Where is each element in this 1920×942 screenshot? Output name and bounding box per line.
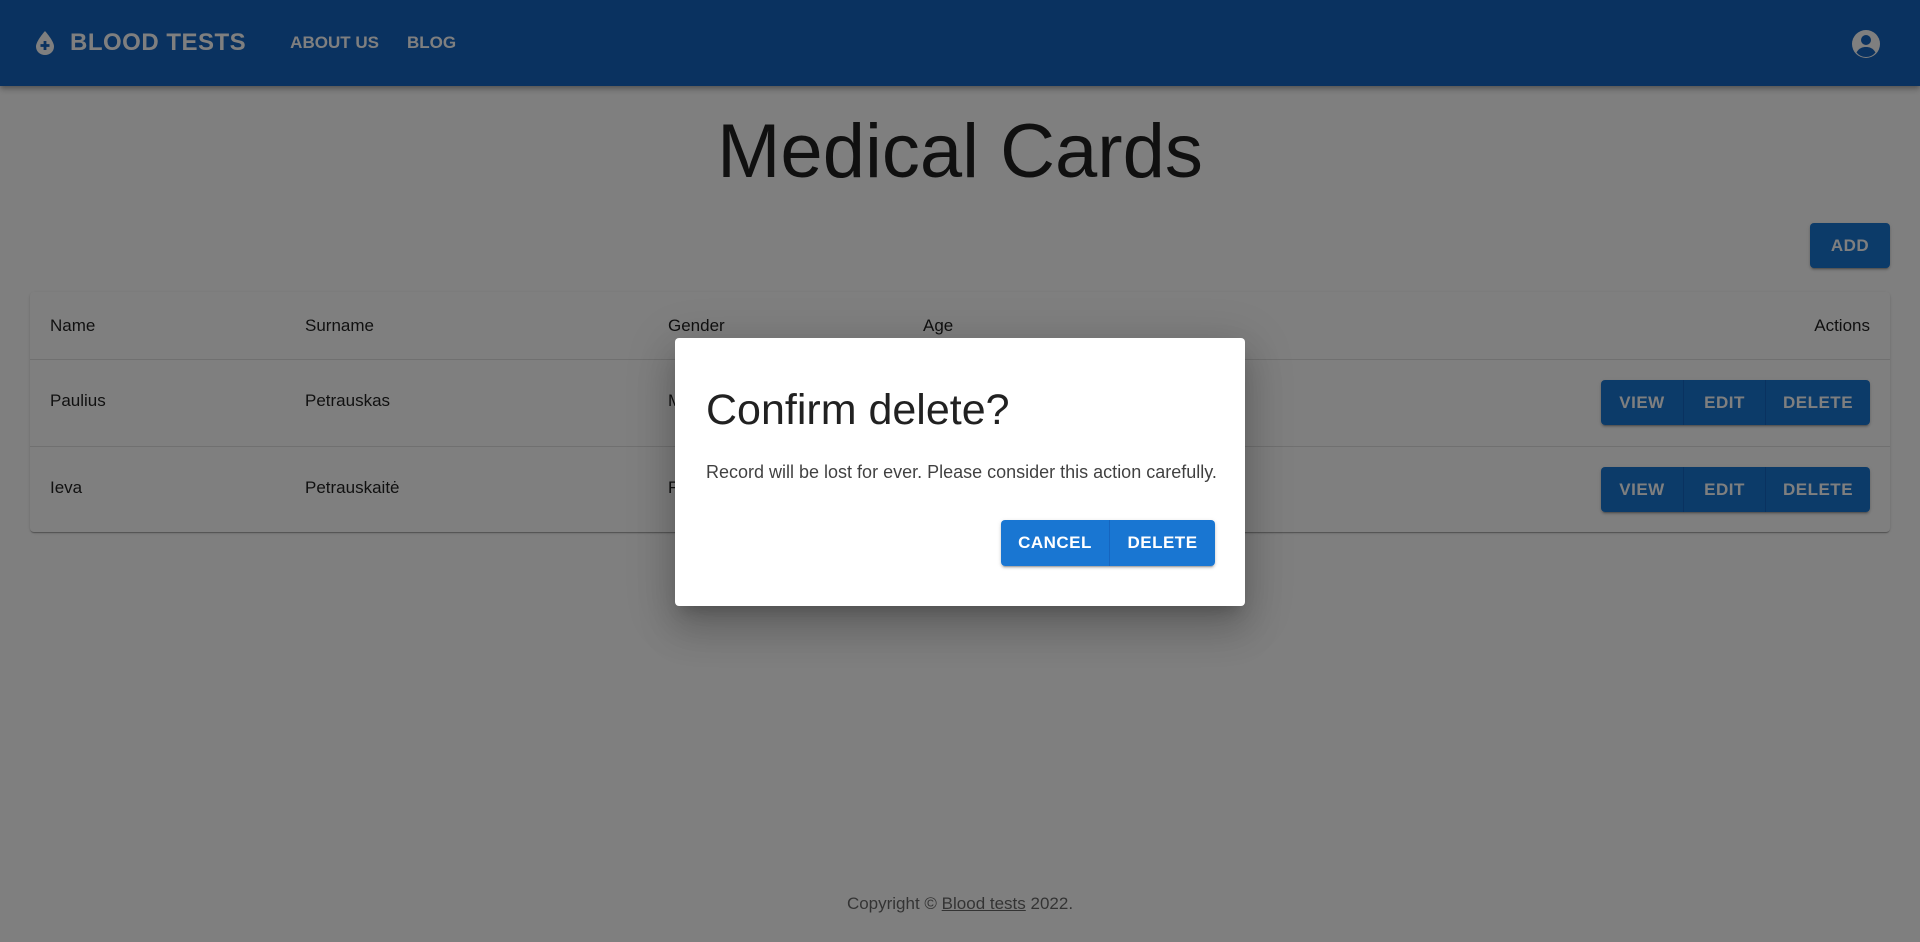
page: BLOOD TESTS ABOUT US BLOG Medical Cards … [0, 0, 1920, 942]
confirm-delete-dialog: Confirm delete? Record will be lost for … [675, 338, 1245, 606]
dialog-actions: CANCEL DELETE [1001, 520, 1215, 566]
confirm-delete-button[interactable]: DELETE [1110, 520, 1215, 566]
cancel-button[interactable]: CANCEL [1001, 520, 1110, 566]
dialog-message: Record will be lost for ever. Please con… [706, 462, 1217, 482]
dialog-title: Confirm delete? [706, 386, 1010, 434]
